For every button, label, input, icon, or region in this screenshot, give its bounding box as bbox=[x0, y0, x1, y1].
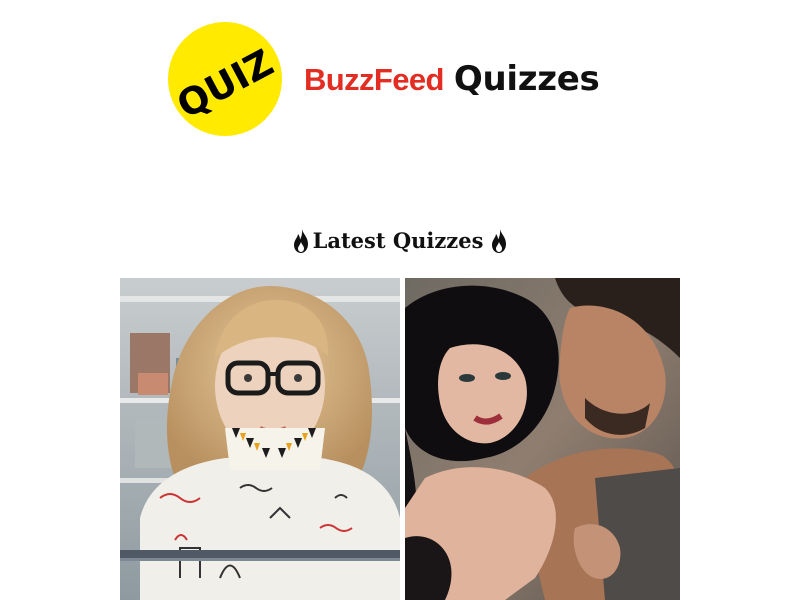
site-header: QUIZ BuzzFeed Quizzes bbox=[168, 22, 600, 136]
quizzes-label: Quizzes bbox=[453, 59, 600, 99]
buzzfeed-logo-text: BuzzFeed bbox=[304, 62, 444, 97]
quiz-card[interactable] bbox=[120, 278, 400, 600]
brand-wordmark[interactable]: BuzzFeed Quizzes bbox=[304, 59, 600, 99]
fire-icon bbox=[489, 228, 509, 254]
couple-embrace-photo bbox=[405, 278, 680, 600]
fire-icon bbox=[291, 228, 311, 254]
quiz-logo-badge[interactable]: QUIZ bbox=[168, 22, 282, 136]
section-title: Latest Quizzes bbox=[312, 228, 484, 253]
quiz-badge-text: QUIZ bbox=[169, 40, 281, 127]
latest-quizzes-heading: Latest Quizzes bbox=[0, 226, 800, 256]
woman-glasses-photo bbox=[120, 278, 400, 600]
quiz-card[interactable] bbox=[405, 278, 680, 600]
